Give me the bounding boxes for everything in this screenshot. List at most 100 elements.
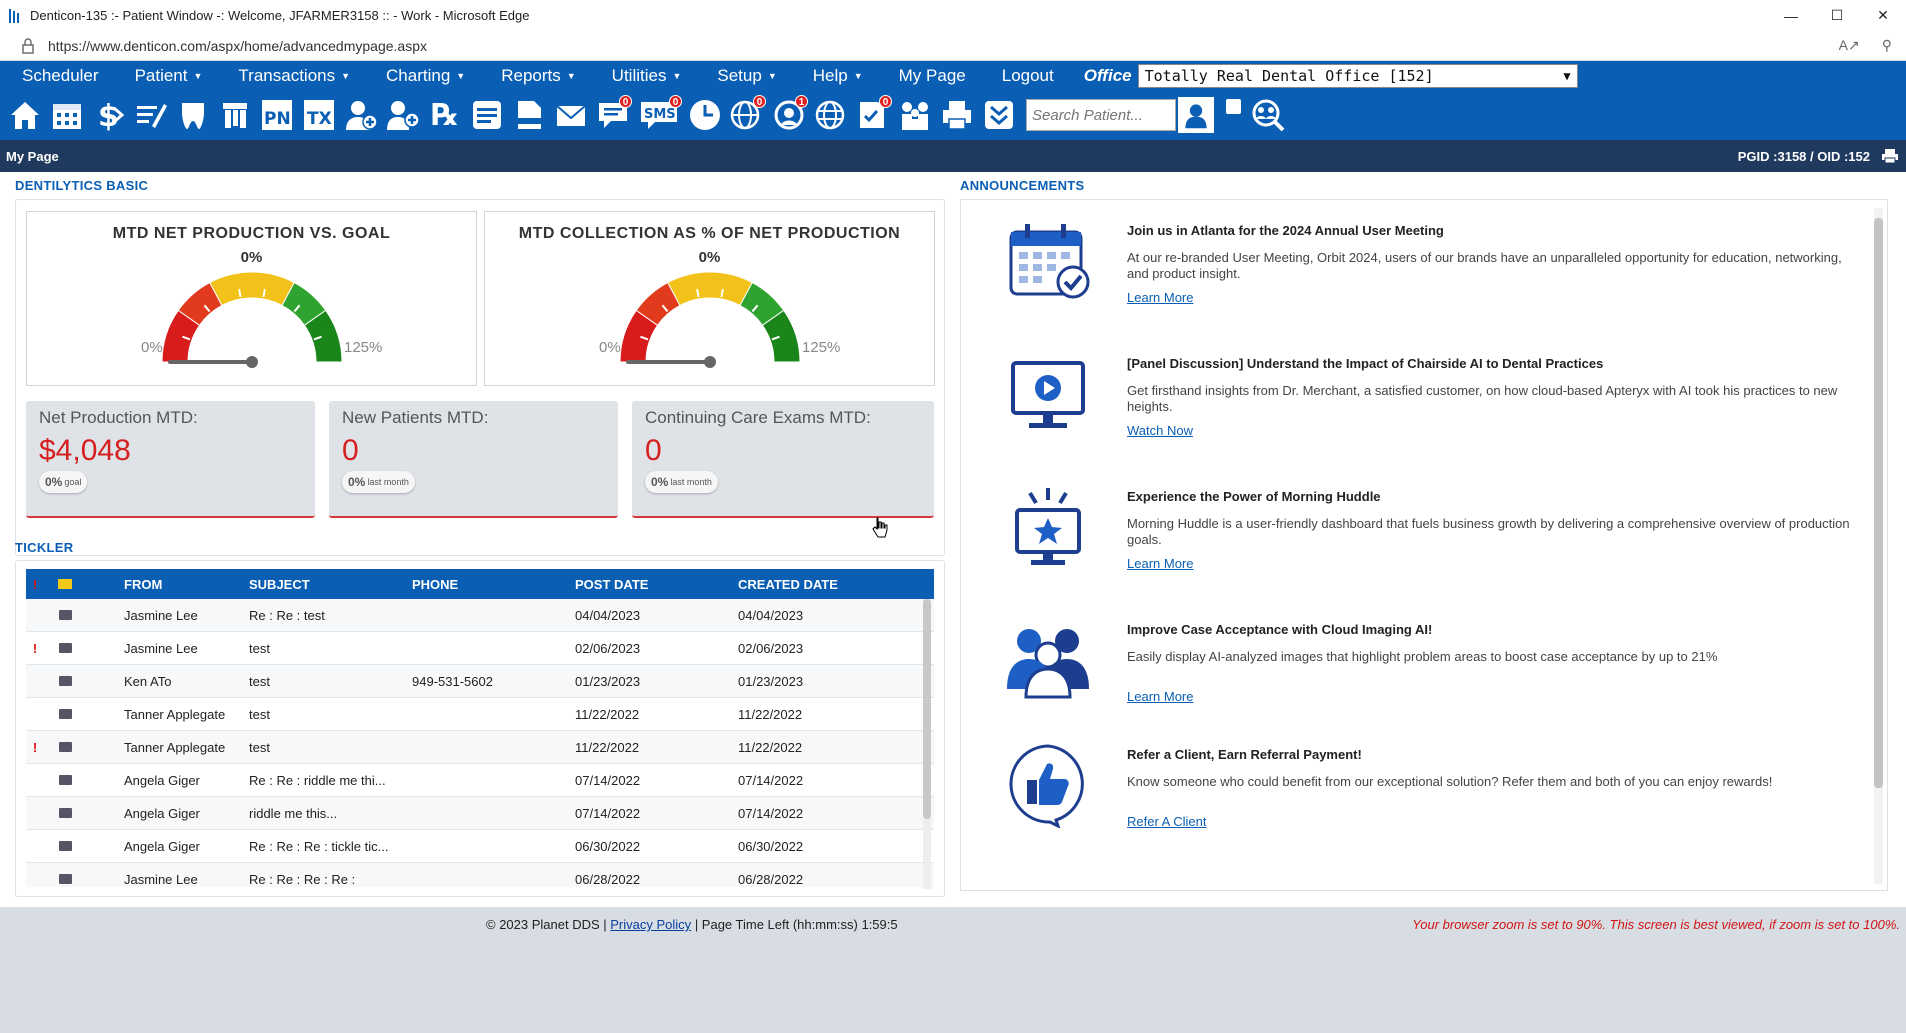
menu-transactions[interactable]: Transactions ▼ (216, 66, 364, 86)
documents-check-icon[interactable]: 0 (852, 93, 894, 137)
edit-chart-icon[interactable] (130, 93, 172, 137)
icon-toolbar: $ PN TX ℞ 0 SMS 0 0 1 0 (0, 90, 1906, 140)
table-row[interactable]: Angela Giger riddle me this... 07/14/2022 0… (26, 797, 934, 830)
kpi-label: Continuing Care Exams MTD: (645, 408, 871, 427)
table-row[interactable]: ! Jasmine Lee test 02/06/2023 02/06/2023 (26, 632, 934, 665)
zoom-icon[interactable]: ⚲ (1882, 37, 1892, 54)
teeth-icon[interactable] (214, 93, 256, 137)
announcements-scrollbar[interactable] (1874, 208, 1883, 884)
announcement-link[interactable]: Watch Now (1127, 423, 1193, 438)
kpi-net-production: Net Production MTD: $4,048 0% goal (26, 401, 315, 518)
cell-from: Angela Giger (124, 805, 200, 821)
cell-created-date: 11/22/2022 (738, 739, 803, 755)
caret-down-icon: ▼ (672, 71, 682, 82)
office-select[interactable]: Totally Real Dental Office [152] ▼ (1137, 63, 1578, 88)
add-patient-icon[interactable] (340, 93, 382, 137)
announcement-link[interactable]: Learn More (1127, 556, 1193, 571)
sms-badge: 0 (669, 95, 682, 108)
support-icon[interactable]: 1 (768, 93, 810, 137)
document-icon[interactable] (508, 93, 550, 137)
menu-scheduler[interactable]: Scheduler (0, 66, 113, 86)
kpi-continuing-care: Continuing Care Exams MTD: 0 0% last mont… (632, 401, 934, 518)
menu-logout[interactable]: Logout (980, 66, 1068, 86)
minimize-button[interactable]: — (1768, 0, 1814, 31)
thumbs-up-icon (1005, 742, 1091, 829)
menu-my-page[interactable]: My Page (877, 66, 980, 86)
cell-from: Angela Giger (124, 772, 200, 788)
menu-reports[interactable]: Reports ▼ (479, 66, 589, 86)
table-row[interactable]: Angela Giger Re : Re : riddle me thi... 07… (26, 764, 934, 797)
col-subject[interactable]: SUBJECT (249, 577, 412, 592)
menu-patient[interactable]: Patient ▼ (113, 66, 217, 86)
collapse-icon[interactable] (978, 93, 1020, 137)
envelope-icon (44, 742, 86, 752)
announcement-title: Improve Case Acceptance with Cloud Imagi… (1127, 622, 1433, 637)
globe-icon[interactable]: 0 (726, 93, 768, 137)
mail-icon[interactable] (550, 93, 592, 137)
announcement-link[interactable]: Learn More (1127, 689, 1193, 704)
notes-icon[interactable] (466, 93, 508, 137)
cell-from: Tanner Applegate (124, 739, 226, 755)
envelope-icon (44, 709, 86, 719)
table-row[interactable]: Tanner Applegate test 11/22/2022 11/22/2022 (26, 698, 934, 731)
page-title: My Page (6, 148, 59, 164)
announcements-panel: Join us in Atlanta for the 2024 Annual U… (960, 199, 1888, 891)
tooth-icon[interactable] (172, 93, 214, 137)
print-icon[interactable] (1880, 148, 1900, 164)
menu-utilities[interactable]: Utilities ▼ (590, 66, 696, 86)
group-search-icon[interactable] (1247, 93, 1289, 137)
table-row[interactable]: ! Tanner Applegate test 11/22/2022 11/22/202… (26, 731, 934, 764)
cell-created-date: 07/14/2022 (738, 805, 804, 821)
menu-help[interactable]: Help ▼ (791, 66, 877, 86)
family-icon[interactable] (894, 93, 936, 137)
clock-icon[interactable] (684, 93, 726, 137)
treatment-plan-icon[interactable]: TX (298, 93, 340, 137)
printer-icon[interactable] (936, 93, 978, 137)
cell-subject: Re : Re : test (249, 607, 325, 623)
col-phone[interactable]: PHONE (412, 577, 575, 592)
mouse-cursor-icon (872, 517, 888, 538)
cell-post-date: 07/14/2022 (575, 772, 641, 788)
table-row[interactable]: Jasmine Lee Re : Re : Re : Re : 06/28/2022… (26, 863, 934, 887)
maximize-button[interactable]: ☐ (1814, 0, 1860, 31)
calendar-icon[interactable] (46, 93, 88, 137)
prescription-icon[interactable]: ℞ (424, 93, 466, 137)
cell-subject: Re : Re : riddle me thi... (249, 772, 386, 788)
menu-charting[interactable]: Charting ▼ (364, 66, 479, 86)
tickler-scrollbar[interactable] (923, 599, 931, 889)
progress-notes-icon[interactable]: PN (256, 93, 298, 137)
announcement-link[interactable]: Learn More (1127, 290, 1193, 305)
patient-insurance-icon[interactable] (382, 93, 424, 137)
close-button[interactable]: ✕ (1860, 0, 1906, 31)
graduation-icon (1005, 885, 1091, 890)
col-from[interactable]: FROM (86, 577, 249, 592)
search-patient-input[interactable] (1026, 99, 1176, 131)
menu-setup[interactable]: Setup ▼ (695, 66, 790, 86)
privacy-policy-link[interactable]: Privacy Policy (610, 917, 691, 932)
table-row[interactable]: Angela Giger Re : Re : Re : tickle tic...… (26, 830, 934, 863)
envelope-icon (44, 676, 86, 686)
home-icon[interactable] (4, 93, 46, 137)
cell-phone: 949-531-5602 (412, 673, 493, 689)
col-created-date[interactable]: CREATED DATE (738, 577, 901, 592)
col-post-date[interactable]: POST DATE (575, 577, 738, 592)
toolbar-checkbox[interactable] (1226, 98, 1241, 114)
table-row[interactable]: Ken ATo test 949-531-5602 01/23/2023 01/23/2… (26, 665, 934, 698)
table-row[interactable]: Jasmine Lee Re : Re : test 04/04/2023 04/04… (26, 599, 934, 632)
patient-search-icon[interactable] (1178, 97, 1214, 133)
announcement-title: [Panel Discussion] Understand the Impact… (1127, 356, 1604, 371)
url-field[interactable]: https://www.denticon.com/aspx/home/advan… (48, 38, 1839, 54)
messages-icon[interactable]: 0 (592, 93, 634, 137)
dollar-icon[interactable]: $ (88, 93, 130, 137)
announcement-link[interactable]: Refer A Client (1127, 814, 1207, 829)
sms-icon[interactable]: SMS 0 (634, 93, 684, 137)
video-monitor-icon (1005, 351, 1091, 437)
gauge-min-label: 0% (141, 339, 163, 356)
read-aloud-icon[interactable]: A↗ (1839, 37, 1860, 54)
gauge-net-production: MTD NET PRODUCTION VS. GOAL 0% 0% 125% (26, 211, 477, 386)
cell-created-date: 04/04/2023 (738, 607, 804, 623)
content-area: DENTILYTICS BASIC MTD NET PRODUCTION VS.… (0, 172, 1906, 907)
web-icon[interactable] (810, 93, 852, 137)
cell-created-date: 06/28/2022 (738, 871, 804, 887)
envelope-icon (44, 841, 86, 851)
